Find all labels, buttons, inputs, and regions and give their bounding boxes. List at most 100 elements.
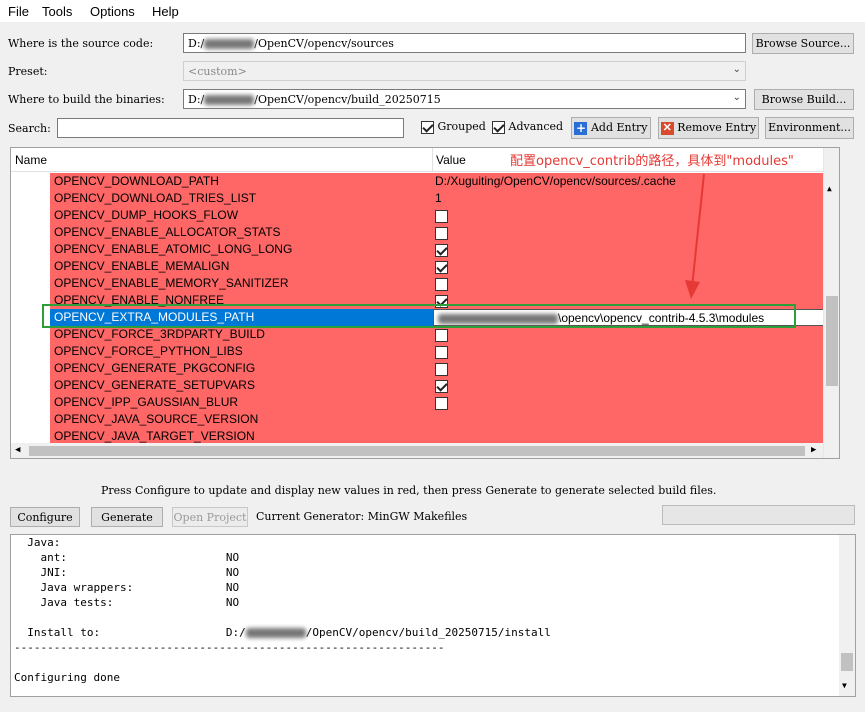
row-name: OPENCV_DUMP_HOOKS_FLOW xyxy=(54,208,239,222)
row-name: OPENCV_FORCE_3RDPARTY_BUILD xyxy=(54,327,265,341)
row-value-text: 1 xyxy=(435,191,442,205)
advanced-checkbox[interactable]: Advanced xyxy=(492,120,563,134)
row-name: OPENCV_DOWNLOAD_PATH xyxy=(54,174,219,188)
scroll-up-icon[interactable]: ▲ xyxy=(827,184,832,193)
log-vscrollbar[interactable]: ▼ xyxy=(839,535,855,696)
row-name: OPENCV_FORCE_PYTHON_LIBS xyxy=(54,344,243,358)
row-name: OPENCV_GENERATE_SETUPVARS xyxy=(54,378,255,392)
row-value[interactable]: 1 xyxy=(435,191,442,205)
remove-entry-button[interactable]: ✕ Remove Entry xyxy=(658,117,759,139)
table-row[interactable]: OPENCV_DOWNLOAD_TRIES_LIST 1 xyxy=(50,190,839,207)
log-line: JNI: NO xyxy=(14,566,240,579)
source-path-field[interactable]: D:/ /OpenCV/opencv/sources xyxy=(183,33,746,53)
log-line: Java wrappers: NO xyxy=(14,581,240,594)
preset-label: Preset: xyxy=(8,65,48,78)
build-label: Where to build the binaries: xyxy=(8,93,165,106)
scroll-left-icon[interactable]: ◀ xyxy=(15,445,20,455)
annotation-text: 配置opencv_contrib的路径，具体到"modules" xyxy=(510,154,794,169)
checkbox-icon xyxy=(435,362,448,376)
log-line: ant: NO xyxy=(14,551,240,564)
preset-value: <custom> xyxy=(188,65,247,78)
table-row[interactable]: OPENCV_GENERATE_PKGCONFIG xyxy=(50,360,839,377)
log-line: Configuring done xyxy=(14,671,120,684)
scroll-right-icon[interactable]: ▶ xyxy=(811,445,816,455)
search-input[interactable] xyxy=(57,118,404,138)
log-line: Java: xyxy=(14,536,61,549)
hscroll-thumb[interactable] xyxy=(29,446,805,456)
table-hscrollbar[interactable]: ◀ ▶ xyxy=(11,443,823,458)
scroll-thumb[interactable] xyxy=(826,296,838,386)
row-name: OPENCV_DOWNLOAD_TRIES_LIST xyxy=(54,191,257,205)
table-row[interactable]: OPENCV_FORCE_PYTHON_LIBS xyxy=(50,343,839,360)
row-checkbox[interactable] xyxy=(435,208,448,223)
table-row[interactable]: OPENCV_ENABLE_MEMORY_SANITIZER xyxy=(50,275,839,292)
checkbox-icon xyxy=(435,277,448,291)
menu-help[interactable]: Help xyxy=(152,4,179,19)
advanced-label: Advanced xyxy=(508,120,564,133)
row-checkbox[interactable] xyxy=(435,361,448,376)
log-line: Install to: D://OpenCV/opencv/build_2025… xyxy=(14,626,551,639)
plus-icon: + xyxy=(574,120,588,135)
redacted-text xyxy=(245,628,306,638)
table-vscrollbar[interactable]: ▲ xyxy=(823,148,839,458)
environment-button[interactable]: Environment... xyxy=(765,117,854,139)
table-row[interactable]: OPENCV_GENERATE_SETUPVARS xyxy=(50,377,839,394)
table-row[interactable]: OPENCV_ENABLE_ALLOCATOR_STATS xyxy=(50,224,839,241)
hint-text: Press Configure to update and display ne… xyxy=(101,484,717,497)
source-path-prefix: D:/ xyxy=(188,37,205,50)
source-path-suffix: /OpenCV/opencv/sources xyxy=(254,37,394,50)
preset-select: <custom> ⌄ xyxy=(183,61,746,81)
generate-button[interactable]: Generate xyxy=(91,507,163,527)
row-value-text: D:/Xuguiting/OpenCV/opencv/sources/.cach… xyxy=(435,174,676,188)
check-icon xyxy=(421,120,434,134)
row-value[interactable]: D:/Xuguiting/OpenCV/opencv/sources/.cach… xyxy=(435,174,676,188)
row-checkbox[interactable] xyxy=(435,276,448,291)
row-checkbox[interactable] xyxy=(435,225,448,240)
checkbox-icon xyxy=(435,396,448,410)
add-entry-label: Add Entry xyxy=(590,121,648,134)
table-row[interactable]: OPENCV_JAVA_SOURCE_VERSION xyxy=(50,411,839,428)
open-project-button[interactable]: Open Project xyxy=(172,507,248,527)
grouped-checkbox[interactable]: Grouped xyxy=(421,120,486,134)
table-row[interactable]: OPENCV_FORCE_3RDPARTY_BUILD xyxy=(50,326,839,343)
table-row[interactable]: OPENCV_ENABLE_ATOMIC_LONG_LONG xyxy=(50,241,839,258)
browse-build-button[interactable]: Browse Build... xyxy=(754,89,854,110)
row-checkbox[interactable] xyxy=(435,344,448,359)
checkbox-icon xyxy=(435,345,448,359)
col-name-header[interactable]: Name xyxy=(15,153,47,167)
row-name: OPENCV_ENABLE_MEMALIGN xyxy=(54,259,230,273)
build-path-combo[interactable]: D:/ /OpenCV/opencv/build_20250715 ⌄ xyxy=(183,89,746,109)
menu-tools[interactable]: Tools xyxy=(42,4,72,19)
row-name: OPENCV_ENABLE_ALLOCATOR_STATS xyxy=(54,225,281,239)
row-checkbox[interactable] xyxy=(435,395,448,410)
row-checkbox[interactable] xyxy=(435,327,448,342)
chevron-down-icon[interactable]: ⌄ xyxy=(733,92,741,103)
cache-table[interactable]: Name Value OPENCV_DOWNLOAD_PATH D:/Xuguit… xyxy=(10,147,840,459)
table-row[interactable]: OPENCV_ENABLE_MEMALIGN xyxy=(50,258,839,275)
build-path-suffix: /OpenCV/opencv/build_20250715 xyxy=(254,93,441,106)
configure-button[interactable]: Configure xyxy=(10,507,80,527)
table-row[interactable]: OPENCV_DOWNLOAD_PATH D:/Xuguiting/OpenCV/… xyxy=(50,173,839,190)
row-checkbox[interactable] xyxy=(435,378,448,393)
table-row[interactable]: OPENCV_DUMP_HOOKS_FLOW xyxy=(50,207,839,224)
add-entry-button[interactable]: + Add Entry xyxy=(571,117,651,139)
annotation-arrow-icon xyxy=(685,173,705,299)
log-line: Java tests: NO xyxy=(14,596,240,609)
source-label: Where is the source code: xyxy=(8,37,154,50)
col-value-header[interactable]: Value xyxy=(436,153,466,167)
row-checkbox[interactable] xyxy=(435,259,448,274)
scroll-down-icon[interactable]: ▼ xyxy=(842,681,847,690)
row-checkbox[interactable] xyxy=(435,242,448,257)
table-row[interactable]: OPENCV_IPP_GAUSSIAN_BLUR xyxy=(50,394,839,411)
output-log[interactable]: Java: ant: NO JNI: NO Java wrappers: NO … xyxy=(10,534,856,697)
menu-file[interactable]: File xyxy=(8,4,29,19)
browse-source-button[interactable]: Browse Source... xyxy=(752,33,854,54)
menu-options[interactable]: Options xyxy=(90,4,135,19)
current-generator: Current Generator: MinGW Makefiles xyxy=(256,510,468,523)
log-scroll-thumb[interactable] xyxy=(841,653,853,671)
chevron-down-icon: ⌄ xyxy=(732,64,741,75)
remove-entry-label: Remove Entry xyxy=(677,121,757,134)
redacted-text xyxy=(204,39,255,49)
progress-bar xyxy=(662,505,855,525)
grouped-label: Grouped xyxy=(437,120,486,133)
